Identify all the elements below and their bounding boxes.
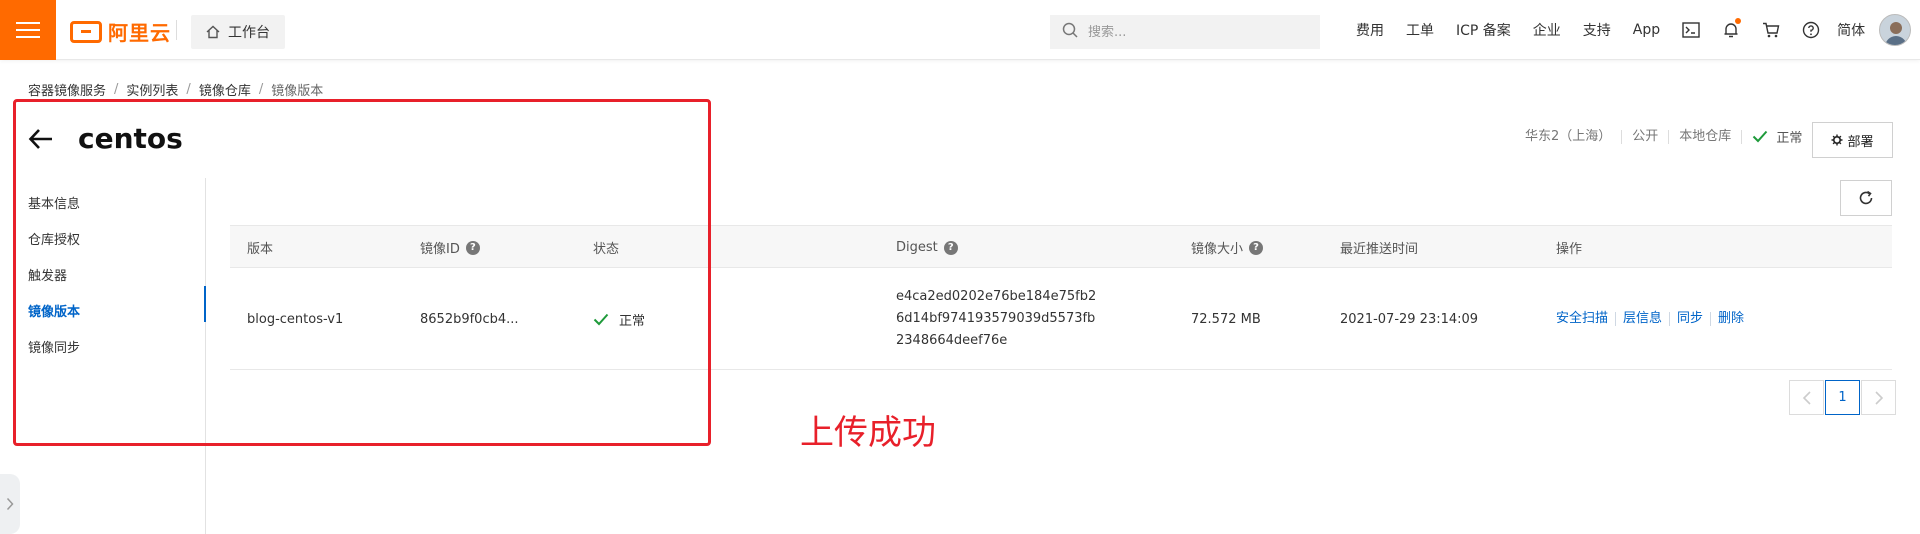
help-icon[interactable]: ? (465, 240, 480, 255)
menu-icon[interactable] (0, 0, 56, 60)
annotation-text: 上传成功 (800, 413, 936, 453)
sidebar-item-triggers[interactable]: 触发器 (28, 265, 67, 284)
logo-mark-icon (70, 20, 102, 43)
search-box[interactable] (1050, 15, 1320, 49)
column-header-size: 镜像大小? (1191, 226, 1264, 269)
workbench-label: 工作台 (228, 25, 270, 41)
cell-size: 72.572 MB (1191, 311, 1261, 327)
top-nav: 费用 工单 ICP 备案 企业 支持 App 简体 (1345, 0, 1912, 60)
chevron-left-icon (1802, 390, 1811, 405)
page-header: centos (28, 122, 183, 155)
help-icon[interactable]: ? (1249, 240, 1264, 255)
check-icon (1753, 130, 1768, 143)
refresh-icon (1859, 190, 1873, 205)
top-link-enterprise[interactable]: 企业 (1522, 20, 1572, 40)
search-input[interactable] (1088, 24, 1298, 40)
repo-meta: 华东2（上海） 公开 本地仓库 正常 (1515, 127, 1802, 146)
cell-image-id: 8652b9f0cb4... (420, 311, 519, 327)
sidebar-item-image-sync[interactable]: 镜像同步 (28, 337, 80, 356)
terminal-icon[interactable] (1671, 0, 1711, 60)
cart-icon[interactable] (1751, 0, 1791, 60)
gear-icon (1831, 134, 1843, 146)
sync-link[interactable]: 同步 (1670, 312, 1712, 326)
cell-status: 正常 (593, 268, 645, 370)
avatar[interactable] (1879, 14, 1912, 46)
repo-visibility: 公开 (1622, 129, 1670, 144)
expand-sidebar-tab[interactable] (0, 474, 20, 534)
notification-dot (1735, 18, 1742, 24)
delete-link[interactable]: 删除 (1711, 312, 1751, 326)
cell-version: blog-centos-v1 (247, 311, 344, 327)
deploy-label: 部署 (1847, 134, 1874, 150)
refresh-button[interactable] (1840, 180, 1892, 216)
home-icon (206, 25, 220, 39)
language-switch[interactable]: 简体 (1831, 20, 1879, 40)
top-link-app[interactable]: App (1622, 22, 1671, 38)
breadcrumb-item[interactable]: 实例列表 (126, 80, 178, 99)
deploy-button[interactable]: 部署 (1812, 122, 1893, 158)
column-header-digest: Digest? (896, 226, 958, 269)
aliyun-logo[interactable]: 阿里云 (70, 17, 171, 46)
image-version-table: 版本 镜像ID? 状态 Digest? 镜像大小? 最近推送时间 操作 blog… (230, 225, 1892, 370)
page-title: centos (78, 122, 183, 155)
top-link-support[interactable]: 支持 (1572, 20, 1622, 40)
breadcrumb-separator: / (186, 82, 191, 97)
chevron-right-icon (6, 497, 14, 511)
help-icon[interactable] (1791, 0, 1831, 60)
breadcrumb-item[interactable]: 镜像仓库 (199, 80, 251, 99)
check-icon (593, 313, 609, 325)
repo-region: 华东2（上海） (1515, 129, 1623, 144)
breadcrumb-separator: / (114, 82, 119, 97)
help-icon[interactable]: ? (943, 240, 958, 255)
search-icon (1062, 22, 1078, 42)
repo-status-text: 正常 (1776, 131, 1803, 146)
back-arrow-icon[interactable] (28, 126, 54, 152)
cell-digest: e4ca2ed0202e76be184e75fb2 6d14bf97419357… (896, 268, 1096, 370)
bell-icon[interactable] (1711, 0, 1751, 60)
top-bar: 阿里云 工作台 费用 工单 ICP 备案 企业 支持 App (0, 0, 1920, 60)
column-header-pushed-at: 最近推送时间 (1340, 242, 1419, 257)
top-link-billing[interactable]: 费用 (1345, 20, 1395, 40)
cell-actions: 安全扫描 层信息 同步 删除 (1556, 268, 1751, 370)
column-header-image-id: 镜像ID? (420, 226, 480, 269)
logo-divider (176, 20, 177, 40)
breadcrumb-item[interactable]: 容器镜像服务 (28, 80, 106, 99)
column-header-version: 版本 (247, 242, 274, 257)
cell-pushed-at: 2021-07-29 23:14:09 (1340, 311, 1479, 327)
table-header: 版本 镜像ID? 状态 Digest? 镜像大小? 最近推送时间 操作 (230, 225, 1892, 268)
digest-line: 6d14bf974193579039d5573fb (896, 311, 1096, 326)
pagination: 1 (1789, 380, 1896, 415)
status-text: 正常 (619, 313, 646, 329)
sidebar-item-basic-info[interactable]: 基本信息 (28, 193, 80, 212)
next-page-button[interactable] (1861, 380, 1896, 415)
sidebar-item-repo-auth[interactable]: 仓库授权 (28, 229, 80, 248)
logo-text: 阿里云 (108, 21, 171, 45)
sidebar-item-image-versions[interactable]: 镜像版本 (28, 301, 80, 320)
page-number-current[interactable]: 1 (1825, 380, 1860, 415)
breadcrumb: 容器镜像服务 / 实例列表 / 镜像仓库 / 镜像版本 (28, 80, 323, 99)
sidebar-active-indicator (204, 286, 206, 322)
column-header-actions: 操作 (1556, 242, 1583, 257)
top-link-icp[interactable]: ICP 备案 (1445, 20, 1522, 40)
chevron-right-icon (1874, 390, 1883, 405)
top-link-tickets[interactable]: 工单 (1395, 20, 1445, 40)
digest-line: 2348664deef76e (896, 333, 1008, 348)
prev-page-button[interactable] (1789, 380, 1824, 415)
column-header-status: 状态 (593, 242, 620, 257)
security-scan-link[interactable]: 安全扫描 (1556, 312, 1617, 326)
repo-type: 本地仓库 (1669, 129, 1743, 144)
table-row: blog-centos-v1 8652b9f0cb4... 正常 e4ca2ed… (230, 268, 1892, 370)
digest-line: e4ca2ed0202e76be184e75fb2 (896, 289, 1097, 304)
breadcrumb-separator: / (258, 82, 264, 97)
workbench-button[interactable]: 工作台 (191, 15, 285, 49)
layer-info-link[interactable]: 层信息 (1616, 312, 1671, 326)
breadcrumb-current: 镜像版本 (271, 84, 324, 99)
repo-status: 正常 (1742, 127, 1802, 146)
